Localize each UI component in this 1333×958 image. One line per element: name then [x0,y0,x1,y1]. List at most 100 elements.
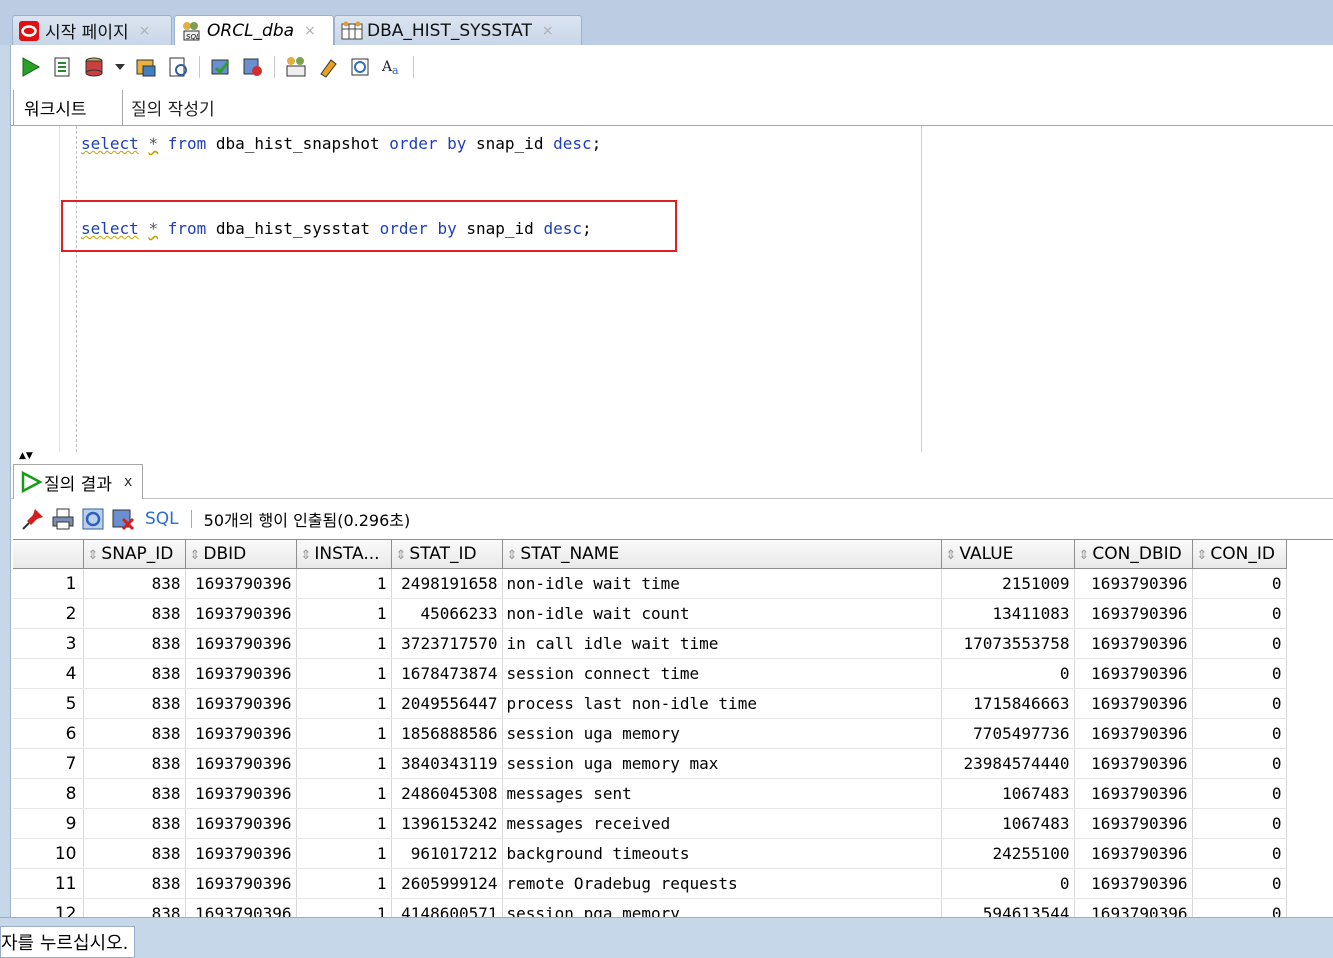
table-cell[interactable]: remote Oradebug requests [502,868,942,899]
table-cell[interactable]: 1693790396 [1074,688,1193,719]
clear-button[interactable] [240,54,266,80]
sql-tuning-button[interactable] [283,54,309,80]
table-cell[interactable]: 1693790396 [185,688,297,719]
table-cell[interactable]: 0 [1192,808,1287,839]
table-cell[interactable]: 838 [83,748,186,779]
table-cell[interactable]: 1 [296,628,392,659]
table-cell[interactable]: 0 [1192,658,1287,689]
column-header[interactable]: ⇕ VALUE [941,540,1075,569]
results-grid[interactable]: ⇕ SNAP_ID ⇕ DBID ⇕ INSTA... ⇕ STAT_ID ⇕ STAT_… [13,539,1333,918]
refresh-icon[interactable] [81,507,105,531]
tab-orcl-dba[interactable]: SQL ORCL_dba × [174,15,334,45]
table-cell[interactable]: 0 [1192,628,1287,659]
table-cell[interactable]: 17073553758 [941,628,1075,659]
dropdown-arrow[interactable] [113,54,127,80]
table-cell[interactable]: 0 [1192,898,1287,918]
table-cell[interactable]: 1678473874 [391,658,503,689]
table-cell[interactable]: 0 [1192,718,1287,749]
table-cell[interactable]: 1856888586 [391,718,503,749]
table-cell[interactable]: session connect time [502,658,942,689]
table-cell[interactable]: 0 [1192,868,1287,899]
column-header[interactable]: ⇕ DBID [185,540,297,569]
close-icon[interactable]: × [304,23,316,39]
table-cell[interactable]: 838 [83,718,186,749]
table-cell[interactable]: 0 [1192,598,1287,629]
rollback-button[interactable] [133,54,159,80]
table-cell[interactable]: 2486045308 [391,778,503,809]
table-cell[interactable]: 0 [1192,748,1287,779]
table-cell[interactable]: 1693790396 [185,718,297,749]
table-cell[interactable]: 838 [83,778,186,809]
table-cell[interactable]: 1693790396 [185,868,297,899]
table-cell[interactable]: 1693790396 [185,658,297,689]
table-cell[interactable]: 1 [296,898,392,918]
table-cell[interactable]: 13411083 [941,598,1075,629]
table-cell[interactable]: 2498191658 [391,568,503,599]
table-cell[interactable]: 23984574440 [941,748,1075,779]
table-cell[interactable]: 0 [1192,688,1287,719]
tab-query-builder[interactable]: 질의 작성기 [121,90,225,125]
table-cell[interactable]: 1 [296,838,392,869]
table-cell[interactable]: 2605999124 [391,868,503,899]
column-header[interactable]: ⇕ INSTA... [296,540,392,569]
tab-dba-hist-sysstat[interactable]: DBA_HIST_SYSSTAT × [334,15,582,45]
table-cell[interactable]: 1693790396 [1074,838,1193,869]
cancel-query-icon[interactable] [111,507,135,531]
close-icon[interactable]: x [124,474,132,490]
table-cell[interactable]: 1 [296,718,392,749]
commit-button[interactable] [81,54,107,80]
table-cell[interactable]: 1693790396 [185,808,297,839]
table-cell[interactable]: 24255100 [941,838,1075,869]
table-cell[interactable]: 3840343119 [391,748,503,779]
splitter-arrows-icon[interactable]: ▲▼ [19,452,33,461]
table-cell[interactable]: non-idle wait time [502,568,942,599]
print-icon[interactable] [51,507,75,531]
close-icon[interactable]: × [542,23,554,39]
table-cell[interactable]: 1 [296,598,392,629]
table-row[interactable]: 2 838 1693790396 1 45066233 non-idle wait cou… [13,598,1287,629]
table-cell[interactable]: 1693790396 [1074,568,1193,599]
table-cell[interactable]: 1693790396 [1074,868,1193,899]
table-cell[interactable]: 1693790396 [1074,628,1193,659]
table-row[interactable]: 8 838 1693790396 1 2486045308 messages sent 10… [13,778,1287,809]
table-cell[interactable]: 838 [83,868,186,899]
table-row[interactable]: 4 838 1693790396 1 1678473874 session connect… [13,658,1287,689]
table-cell[interactable]: messages sent [502,778,942,809]
table-cell[interactable]: 838 [83,658,186,689]
table-cell[interactable]: 1067483 [941,778,1075,809]
table-row[interactable]: 1 838 1693790396 1 2498191658 non-idle wait t… [13,568,1287,599]
table-row[interactable]: 6 838 1693790396 1 1856888586 session uga mem… [13,718,1287,749]
explain-plan-button[interactable] [165,54,191,80]
table-cell[interactable]: 838 [83,898,186,918]
tab-start-page[interactable]: 시작 페이지 × [12,15,172,45]
table-cell[interactable]: 1693790396 [1074,778,1193,809]
close-icon[interactable]: × [139,23,151,39]
pane-splitter[interactable]: ▲▼ [11,452,1333,462]
table-cell[interactable]: 1 [296,658,392,689]
table-row[interactable]: 5 838 1693790396 1 2049556447 process last no… [13,688,1287,719]
table-cell[interactable]: 961017212 [391,838,503,869]
table-cell[interactable]: 1 [296,748,392,779]
table-cell[interactable]: 1693790396 [185,568,297,599]
history-button[interactable] [347,54,373,80]
tab-query-result[interactable]: 질의 결과 x [13,464,144,499]
table-cell[interactable]: 1693790396 [1074,898,1193,918]
table-cell[interactable]: 1 [296,568,392,599]
table-cell[interactable]: 45066233 [391,598,503,629]
table-cell[interactable]: 838 [83,808,186,839]
table-cell[interactable]: in call idle wait time [502,628,942,659]
table-cell[interactable]: 0 [1192,838,1287,869]
pin-icon[interactable] [21,507,45,531]
format-button[interactable] [315,54,341,80]
table-row[interactable]: 9 838 1693790396 1 1396153242 messages receiv… [13,808,1287,839]
table-cell[interactable]: 1693790396 [1074,598,1193,629]
table-cell[interactable]: 838 [83,628,186,659]
table-cell[interactable]: 0 [1192,778,1287,809]
table-cell[interactable]: 1693790396 [185,598,297,629]
table-cell[interactable]: 1715846663 [941,688,1075,719]
table-cell[interactable]: non-idle wait count [502,598,942,629]
table-cell[interactable]: session pga memory [502,898,942,918]
run-statement-button[interactable] [17,54,43,80]
column-header[interactable]: ⇕ SNAP_ID [83,540,186,569]
table-cell[interactable]: 0 [1192,568,1287,599]
